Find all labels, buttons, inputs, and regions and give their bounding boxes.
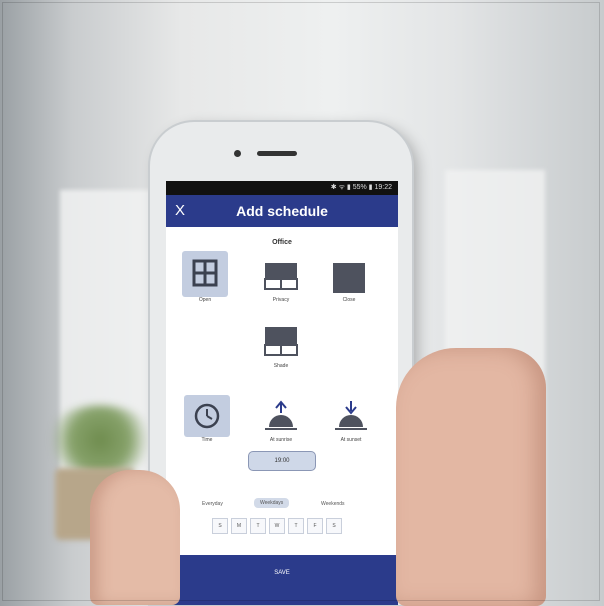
photo-border — [2, 2, 600, 601]
